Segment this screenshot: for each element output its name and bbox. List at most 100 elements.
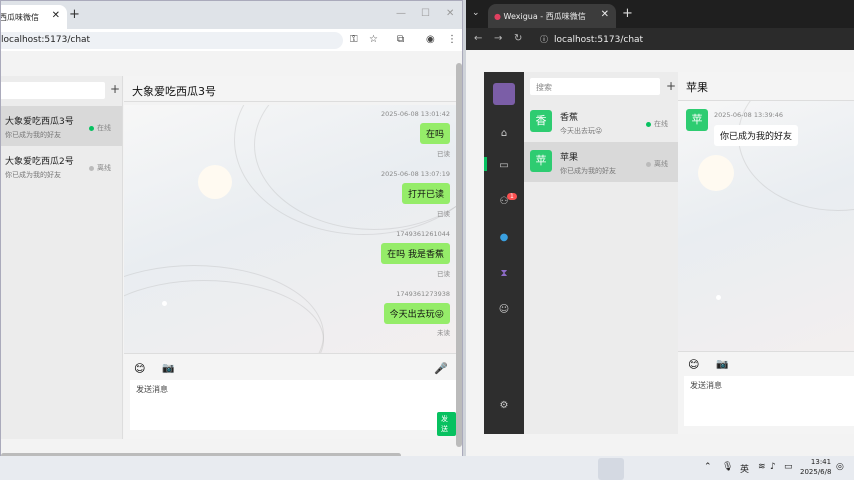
image-icon[interactable]: 📷	[162, 363, 174, 374]
taskbar-app-button[interactable]	[598, 458, 624, 480]
battery-icon[interactable]: ▭	[784, 462, 793, 472]
contact-item[interactable]: 苹 苹果 你已成为我的好友 离线	[524, 142, 678, 182]
emoji-icon[interactable]: 😊	[688, 358, 699, 371]
tab-bar: ⌄ ● Wexigua - 西瓜味微信 ✕ +	[466, 0, 854, 28]
input-area: 😊 📷 🎤 发送消息 发送	[124, 353, 456, 439]
online-status: 在线	[89, 123, 111, 133]
url-field[interactable]: localhost:5173/chat	[1, 32, 343, 49]
hourglass-icon[interactable]: ⧗	[484, 268, 524, 279]
tab-title: 西瓜味微信	[0, 13, 39, 22]
background-blob	[698, 155, 734, 191]
site-info-icon[interactable]: ⓘ	[540, 35, 548, 44]
chat-icon[interactable]: ▭	[484, 160, 524, 171]
contact-item[interactable]: 大象爱吃西瓜3号 你已成为我的好友 在线	[1, 106, 122, 146]
volume-icon[interactable]: ♪	[770, 462, 776, 472]
add-icon[interactable]: +	[666, 79, 676, 93]
vertical-scrollbar[interactable]	[456, 63, 462, 447]
contact-name: 苹果	[560, 153, 579, 163]
clock-time[interactable]: 13:41	[806, 458, 836, 466]
url-text: localhost:5173/chat	[554, 35, 644, 45]
chat-header: 大象爱吃西瓜3号	[124, 76, 456, 102]
send-button[interactable]: 发送	[437, 412, 456, 436]
back-icon[interactable]: ←	[474, 33, 482, 44]
contacts-icon[interactable]: ⚇	[484, 196, 524, 207]
contact-preview: 你已成为我的好友	[5, 171, 61, 179]
offline-status: 离线	[646, 159, 668, 169]
user-icon[interactable]: ☺	[484, 304, 524, 315]
message-input[interactable]: 发送消息	[684, 376, 854, 426]
url-field[interactable]: ⓘ localhost:5173/chat	[532, 31, 854, 48]
notification-icon[interactable]: ◎	[836, 462, 844, 472]
browser-tab[interactable]: 西瓜味微信 ✕	[0, 5, 67, 29]
online-status: 在线	[646, 119, 668, 129]
close-tab-icon[interactable]: ✕	[52, 10, 60, 21]
contact-avatar: 苹	[530, 150, 552, 172]
message-area[interactable]: 2025-06-08 13:01:42 在吗 已读 2025-06-08 13:…	[124, 105, 456, 353]
new-tab-icon[interactable]: +	[622, 6, 633, 21]
microphone-icon[interactable]: 🎤	[434, 362, 448, 375]
message-time: 2025-06-08 13:39:46	[714, 111, 784, 119]
conversation-list: 搜索 + 香 香蕉 今天出去玩😜 在线 苹 苹果 你已成为我的好友 离线	[524, 72, 679, 434]
contacts-badge: 1	[507, 193, 517, 200]
search-placeholder: 搜索	[536, 83, 552, 92]
key-icon[interactable]: ⚿	[350, 34, 358, 45]
tab-list-icon[interactable]: ⌄	[472, 8, 480, 18]
extensions-icon[interactable]: ⧉	[397, 34, 404, 45]
read-status: 已读	[437, 270, 450, 278]
conversation-list: + 大象爱吃西瓜3号 你已成为我的好友 在线 大象爱吃西瓜2号 你已成为我的好友…	[1, 76, 123, 439]
close-tab-icon[interactable]: ✕	[601, 9, 609, 20]
microphone-tray-icon[interactable]: 🎙	[722, 462, 733, 472]
minimize-icon[interactable]: —	[396, 8, 406, 19]
image-icon[interactable]: 📷	[716, 359, 728, 370]
contact-item[interactable]: 大象爱吃西瓜2号 你已成为我的好友 离线	[1, 146, 122, 186]
close-window-icon[interactable]: ✕	[446, 8, 454, 19]
status-text: 离线	[97, 164, 111, 172]
read-status: 已读	[437, 150, 450, 158]
wifi-icon[interactable]: ≋	[758, 462, 766, 472]
chat-page: + 大象爱吃西瓜3号 你已成为我的好友 在线 大象爱吃西瓜2号 你已成为我的好友…	[1, 51, 462, 461]
ime-indicator[interactable]: 英	[740, 462, 749, 475]
chat-header: 苹果	[678, 72, 854, 101]
sent-message-bubble: 今天出去玩😜	[383, 303, 450, 324]
contact-item[interactable]: 香 香蕉 今天出去玩😜 在线	[524, 102, 678, 142]
search-input[interactable]	[1, 82, 105, 99]
profile-icon[interactable]: ◉	[426, 34, 435, 45]
unread-status: 未读	[437, 329, 450, 337]
input-placeholder: 发送消息	[690, 381, 722, 390]
sent-message-bubble: 打开已读	[401, 183, 450, 204]
contact-preview: 你已成为我的好友	[560, 167, 616, 175]
browser-tab[interactable]: ● Wexigua - 西瓜味微信 ✕	[488, 4, 616, 28]
avatar[interactable]	[493, 83, 515, 105]
contact-name: 大象爱吃西瓜2号	[5, 157, 74, 167]
maximize-icon[interactable]: ☐	[421, 8, 430, 19]
read-status: 已读	[437, 210, 450, 218]
menu-icon[interactable]: ⋮	[447, 34, 457, 45]
contact-name: 大象爱吃西瓜3号	[5, 117, 74, 127]
star-icon[interactable]: ☆	[369, 34, 378, 45]
emoji-icon[interactable]: 😊	[134, 362, 145, 375]
sender-avatar: 苹	[686, 109, 708, 131]
reload-icon[interactable]: ↻	[514, 33, 522, 44]
search-input[interactable]: 搜索	[530, 78, 660, 95]
background-dot	[162, 301, 167, 306]
status-dot	[646, 161, 651, 167]
forward-icon[interactable]: →	[494, 33, 502, 44]
status-dot	[646, 121, 651, 127]
received-message-bubble: 你已成为我的好友	[714, 125, 799, 146]
chat-page: ⌂ ▭ ⚇ 1 ● ⧗ ☺ ⚙ 搜索 + 香 香蕉 今天出去玩😜 在线 苹 苹果	[466, 50, 854, 456]
message-input[interactable]: 发送消息	[130, 380, 456, 430]
home-icon[interactable]: ⌂	[484, 128, 524, 139]
settings-icon[interactable]: ⚙	[484, 400, 524, 411]
globe-icon[interactable]: ●	[484, 232, 524, 243]
chat-title: 大象爱吃西瓜3号	[132, 85, 216, 98]
contact-name: 香蕉	[560, 113, 579, 123]
message-area[interactable]: 苹 2025-06-08 13:39:46 你已成为我的好友	[678, 101, 854, 351]
right-browser-window: ⌄ ● Wexigua - 西瓜味微信 ✕ + ← → ↻ ⓘ localhost…	[466, 0, 854, 456]
new-tab-icon[interactable]: +	[69, 7, 80, 22]
sent-message-bubble: 在吗 我是香蕉	[381, 243, 450, 264]
clock-date[interactable]: 2025/6/8	[800, 468, 831, 476]
input-placeholder: 发送消息	[136, 385, 168, 394]
add-icon[interactable]: +	[110, 82, 120, 96]
chevron-up-icon[interactable]: ⌃	[704, 462, 712, 472]
status-text: 在线	[654, 120, 668, 128]
